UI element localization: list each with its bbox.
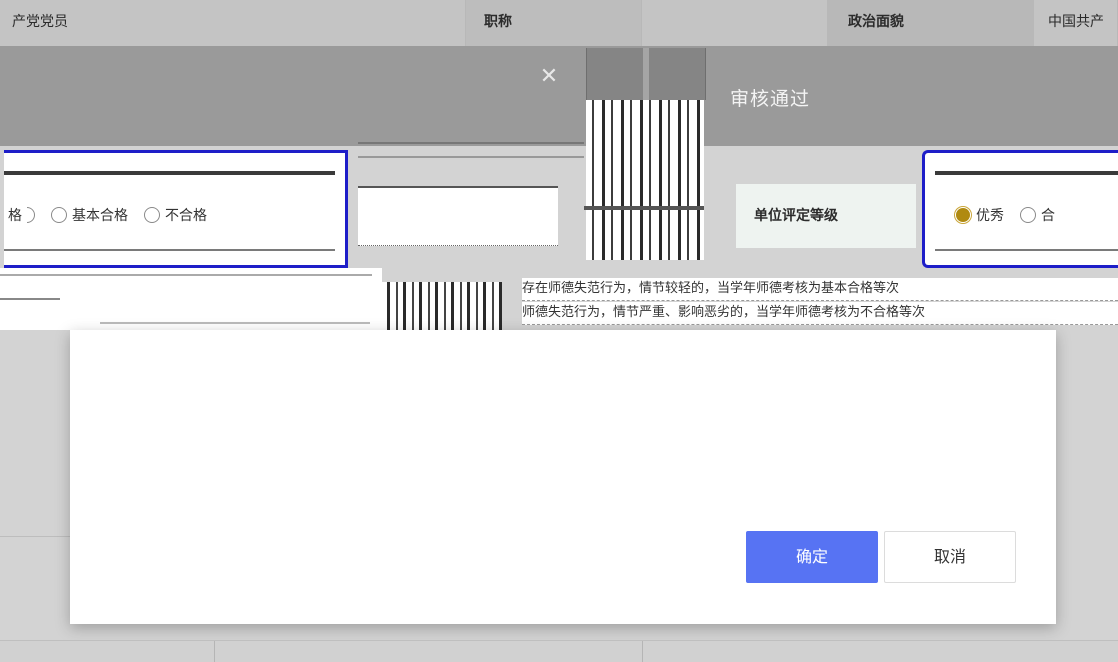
divider <box>0 536 70 537</box>
remark-line: 师德失范行为，情节严重、影响恶劣的，当学年师德考核为不合格等次 <box>522 302 1118 325</box>
table-header-row: 产党党员 职称 政治面貌 中国共产 <box>0 0 1118 47</box>
radio-option-fail[interactable]: 不合格 <box>144 205 207 225</box>
header-cell-party: 产党党员 <box>0 0 466 46</box>
radio-button-checked[interactable] <box>955 207 971 223</box>
radio-option-label: 不合格 <box>165 208 207 224</box>
assessment-radio-group: 格 基本合格 不合格 <box>4 150 348 268</box>
radio-option-label: 合 <box>1041 208 1055 224</box>
confirm-button[interactable]: 确定 <box>746 531 878 583</box>
radio-option-basic-pass[interactable]: 基本合格 <box>51 205 128 225</box>
text-input[interactable] <box>358 186 558 246</box>
header-cell-title: 职称 <box>466 0 642 46</box>
modal-header-band <box>0 46 1118 146</box>
radio-button[interactable] <box>144 207 160 223</box>
header-cell-blank <box>642 0 828 46</box>
radio-row-left: 格 基本合格 不合格 <box>8 205 217 225</box>
radio-option-label: 格 <box>8 208 22 224</box>
divider <box>935 171 1118 175</box>
unit-rating-label: 单位评定等级 <box>736 184 916 248</box>
table-footer-row <box>0 640 1118 662</box>
radio-option-qualified[interactable]: 合 <box>1020 205 1055 225</box>
divider <box>214 641 215 662</box>
cancel-button[interactable]: 取消 <box>884 531 1016 583</box>
glitch-stripe <box>643 48 649 100</box>
divider <box>935 249 1118 251</box>
radio-option-pass[interactable]: 格 <box>8 205 35 225</box>
radio-option-label: 优秀 <box>976 208 1004 224</box>
unit-rating-radio-group: 优秀 合 <box>922 150 1118 268</box>
radio-option-excellent[interactable]: 优秀 <box>955 205 1004 225</box>
radio-button[interactable] <box>1020 207 1036 223</box>
divider <box>0 274 372 276</box>
modal-dialog: 确定 取消 <box>70 330 1056 624</box>
remark-left-strip <box>0 268 382 330</box>
radio-button[interactable] <box>51 207 67 223</box>
divider <box>358 156 584 158</box>
dialog-title: 审核通过 <box>730 88 811 110</box>
page-root: 产党党员 职称 政治面貌 中国共产 ✕ 审核通过 格 基本合格 不合格 单位评定… <box>0 0 1118 662</box>
divider <box>584 206 704 210</box>
divider <box>4 249 335 251</box>
glitch-block <box>586 48 706 100</box>
radio-button[interactable] <box>27 207 35 223</box>
header-cell-political-status: 政治面貌 <box>828 0 1034 46</box>
glitch-bars <box>586 100 704 260</box>
radio-option-label: 基本合格 <box>72 208 128 224</box>
radio-row-right: 优秀 合 <box>955 205 1065 225</box>
header-cell-party-value: 中国共产 <box>1034 0 1118 46</box>
divider <box>358 142 584 144</box>
glitch-bars <box>382 282 502 330</box>
divider <box>642 641 643 662</box>
divider <box>0 298 60 300</box>
divider <box>4 171 335 175</box>
close-icon[interactable]: ✕ <box>536 64 562 90</box>
divider <box>100 322 370 324</box>
remark-line: 存在师德失范行为，情节较轻的，当学年师德考核为基本合格等次 <box>522 278 1118 301</box>
